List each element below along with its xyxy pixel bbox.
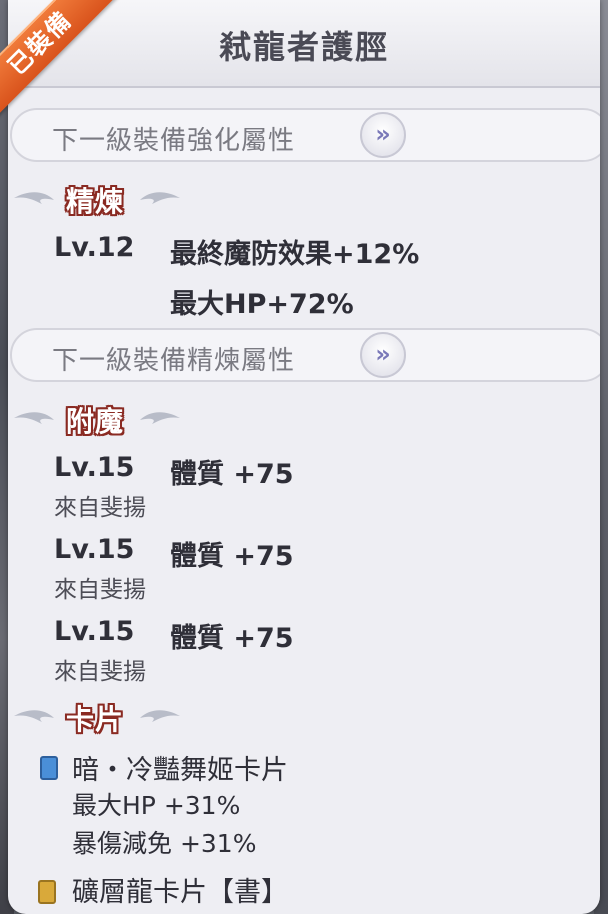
left-wing-icon	[14, 710, 54, 722]
blue-card-icon	[40, 756, 58, 780]
enchant-level: Lv.15	[54, 616, 135, 647]
enchant-source: 來自斐揚	[54, 659, 146, 685]
enchant-section-heading: 附魔	[14, 400, 214, 440]
refine-heading-text: 精煉	[66, 185, 125, 218]
left-wing-icon	[14, 192, 54, 204]
left-wing-icon	[14, 412, 54, 424]
right-wing-icon	[140, 192, 180, 204]
right-wing-icon	[140, 412, 180, 424]
enchant-stat: 體質 +75	[170, 623, 294, 654]
enchant-level: Lv.15	[54, 534, 135, 565]
enchant-source: 來自斐揚	[54, 495, 146, 521]
enchant-stat: 體質 +75	[170, 541, 294, 572]
enchant-stat: 體質 +75	[170, 459, 294, 490]
equipped-badge: 已裝備	[0, 0, 122, 129]
card-effect: 暴傷減免 +31%	[72, 829, 257, 858]
gold-card-icon	[38, 880, 56, 904]
card-name: 暗・冷豔舞姬卡片	[72, 755, 288, 786]
card-name: 礦層龍卡片【書】	[72, 877, 288, 908]
card-effect: 最大HP +31%	[72, 791, 241, 820]
double-chevron-icon[interactable]: »	[360, 332, 406, 378]
next-refine-label: 下一級裝備精煉屬性	[52, 346, 296, 376]
right-wing-icon	[140, 710, 180, 722]
enchant-source: 來自斐揚	[54, 577, 146, 603]
card-heading-text: 卡片	[66, 703, 125, 736]
equipment-detail-panel: 弒龍者護脛 下一級裝備強化屬性 » 精煉 Lv.12 最終魔防效果+12% 最大…	[8, 0, 600, 914]
refine-effect: 最大HP+72%	[170, 289, 354, 320]
card-section-heading: 卡片	[14, 698, 214, 738]
next-refine-attributes-button[interactable]: 下一級裝備精煉屬性 »	[10, 328, 600, 382]
double-chevron-icon[interactable]: »	[360, 112, 406, 158]
enchant-heading-text: 附魔	[66, 405, 125, 438]
refine-effect: 最終魔防效果+12%	[170, 239, 420, 270]
enchant-level: Lv.15	[54, 452, 135, 483]
refine-level: Lv.12	[54, 232, 135, 263]
equipped-ribbon: 已裝備	[0, 0, 122, 130]
refine-section-heading: 精煉	[14, 180, 214, 220]
